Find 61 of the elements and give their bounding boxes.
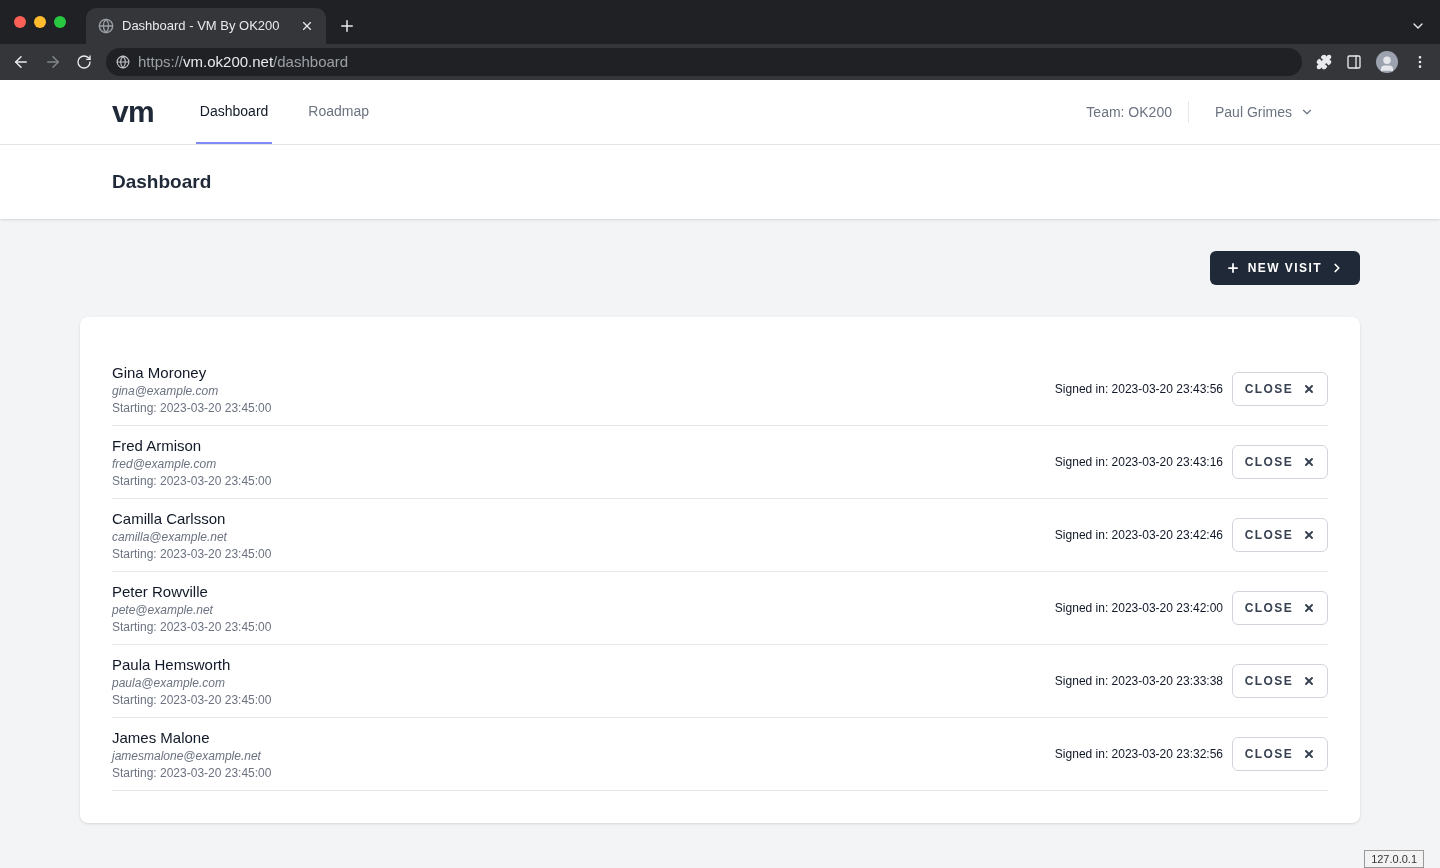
side-panel-icon[interactable] [1346,54,1362,70]
minimize-window-icon[interactable] [34,16,46,28]
user-menu[interactable]: Paul Grimes [1188,101,1328,123]
close-icon [1303,602,1316,614]
visitor-name: Paula Hemsworth [112,654,232,675]
close-visit-button[interactable]: CLOSE [1232,372,1328,406]
start-time: Starting: 2023-03-20 23:45:00 [112,764,273,781]
address-bar[interactable]: https://vm.ok200.net/dashboard [106,48,1302,76]
forward-icon[interactable] [44,53,62,71]
logo[interactable]: vm [112,97,154,127]
globe-icon [98,18,114,34]
extensions-icon[interactable] [1316,54,1332,70]
visitor-email: gina@example.com [112,382,220,400]
team-label: Team: OK200 [1086,101,1189,123]
close-icon[interactable] [300,19,314,33]
close-visit-button[interactable]: CLOSE [1232,445,1328,479]
close-window-icon[interactable] [14,16,26,28]
close-icon [1303,456,1316,468]
back-icon[interactable] [12,53,30,71]
nav-tab[interactable]: Roadmap [304,80,374,144]
new-visit-button[interactable]: NEW VISIT [1209,251,1360,285]
close-icon [1303,675,1316,687]
close-icon [1303,529,1316,541]
signed-in-time: Signed in: 2023-03-20 23:43:56 [1054,381,1223,398]
visitor-email: pete@example.net [112,601,214,619]
start-time: Starting: 2023-03-20 23:45:00 [112,472,273,489]
visitor-name: Peter Rowville [112,581,209,602]
profile-avatar[interactable] [1376,51,1398,73]
close-icon [1303,748,1316,760]
visitor-email: fred@example.com [112,455,218,473]
start-time: Starting: 2023-03-20 23:45:00 [112,618,273,635]
start-time: Starting: 2023-03-20 23:45:00 [112,399,273,416]
maximize-window-icon[interactable] [54,16,66,28]
browser-tab[interactable]: Dashboard - VM By OK200 [86,8,326,44]
start-time: Starting: 2023-03-20 23:45:00 [112,545,273,562]
signed-in-time: Signed in: 2023-03-20 23:42:46 [1054,527,1223,544]
close-visit-button[interactable]: CLOSE [1232,664,1328,698]
close-visit-button[interactable]: CLOSE [1232,518,1328,552]
visitor-name: Fred Armison [112,435,203,456]
host-badge: 127.0.0.1 [1364,850,1424,868]
reload-icon[interactable] [76,54,92,70]
visitor-email: paula@example.com [112,674,226,692]
start-time: Starting: 2023-03-20 23:45:00 [112,691,273,708]
plus-icon [1225,261,1240,275]
signed-in-time: Signed in: 2023-03-20 23:33:38 [1054,673,1223,690]
close-icon [1303,383,1316,395]
new-tab-icon[interactable] [338,17,356,35]
visitor-email: jamesmalone@example.net [112,747,262,765]
page-title: Dashboard [112,169,212,194]
signed-in-time: Signed in: 2023-03-20 23:32:56 [1054,746,1223,763]
close-visit-button[interactable]: CLOSE [1232,591,1328,625]
globe-icon [116,55,130,69]
close-visit-button[interactable]: CLOSE [1232,737,1328,771]
visitor-name: Gina Moroney [112,362,208,383]
signed-in-time: Signed in: 2023-03-20 23:43:16 [1054,454,1223,471]
signed-in-time: Signed in: 2023-03-20 23:42:00 [1054,600,1223,617]
url-text: https://vm.ok200.net/dashboard [138,51,349,72]
tab-title: Dashboard - VM By OK200 [122,17,281,36]
visitor-email: camilla@example.net [112,528,228,546]
visitor-name: James Malone [112,727,211,748]
visitor-name: Camilla Carlsson [112,508,227,529]
